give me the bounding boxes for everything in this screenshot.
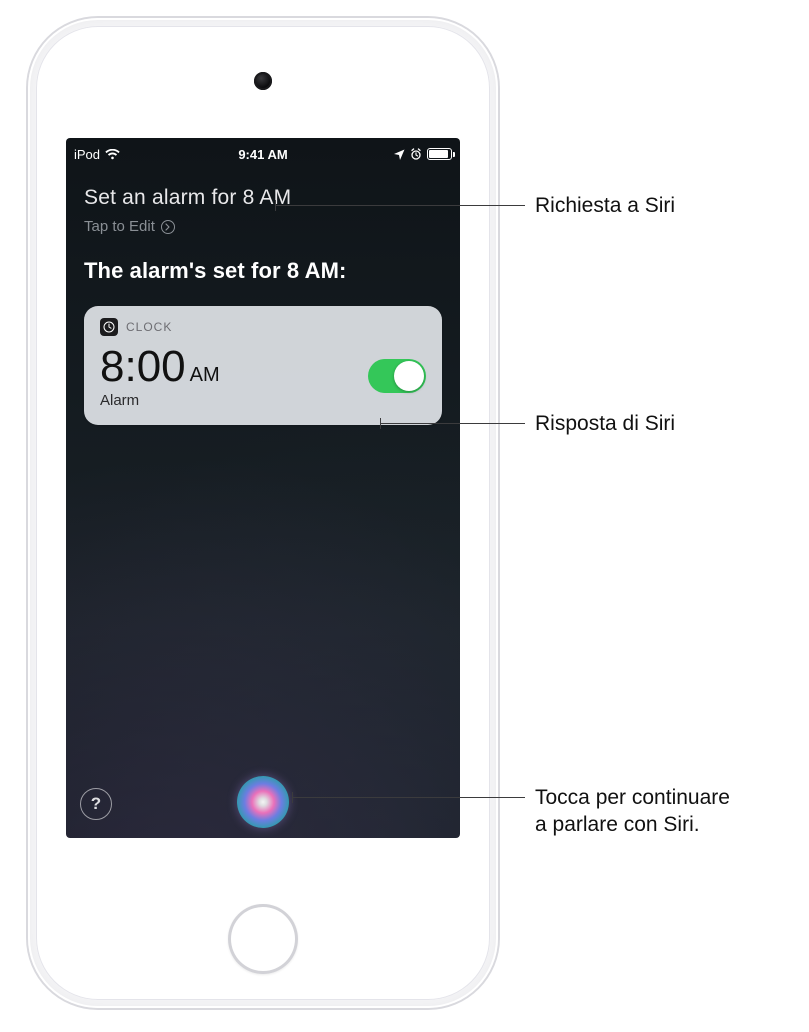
callout-line: [275, 205, 525, 206]
siri-user-request[interactable]: Set an alarm for 8 AM: [84, 186, 442, 210]
location-icon: [394, 149, 405, 160]
help-icon: ?: [91, 794, 101, 814]
tap-to-edit-button[interactable]: Tap to Edit: [84, 218, 175, 235]
toggle-knob: [394, 361, 424, 391]
siri-screen: iPod 9:41 AM: [66, 138, 460, 838]
alarm-ampm: AM: [190, 364, 220, 387]
clock-app-icon: [100, 318, 118, 336]
callout-line: [292, 797, 525, 798]
siri-response-text: The alarm's set for 8 AM:: [84, 258, 442, 284]
alarm-status-icon: [410, 148, 422, 160]
siri-orb-button[interactable]: [237, 776, 289, 828]
callout-orb: Tocca per continuare a parlare con Siri.: [535, 785, 730, 839]
tap-to-edit-label: Tap to Edit: [84, 218, 155, 235]
device-frame: iPod 9:41 AM: [28, 18, 498, 1008]
wifi-icon: [105, 149, 120, 160]
battery-icon: [427, 148, 452, 160]
home-button[interactable]: [228, 904, 298, 974]
camera-dot: [254, 72, 272, 90]
alarm-toggle[interactable]: [368, 359, 426, 393]
chevron-right-icon: [161, 220, 175, 234]
alarm-time-value: 8:00: [100, 342, 186, 392]
callout-response: Risposta di Siri: [535, 411, 675, 438]
clock-app-label: CLOCK: [126, 320, 172, 334]
status-bar: iPod 9:41 AM: [66, 138, 460, 166]
siri-help-button[interactable]: ?: [80, 788, 112, 820]
carrier-label: iPod: [74, 147, 100, 162]
alarm-time: 8:00 AM: [100, 342, 220, 392]
clock-alarm-card[interactable]: CLOCK 8:00 AM Alarm: [84, 306, 442, 425]
alarm-label: Alarm: [100, 392, 220, 409]
callout-line: [380, 423, 525, 424]
callout-request: Richiesta a Siri: [535, 193, 675, 220]
